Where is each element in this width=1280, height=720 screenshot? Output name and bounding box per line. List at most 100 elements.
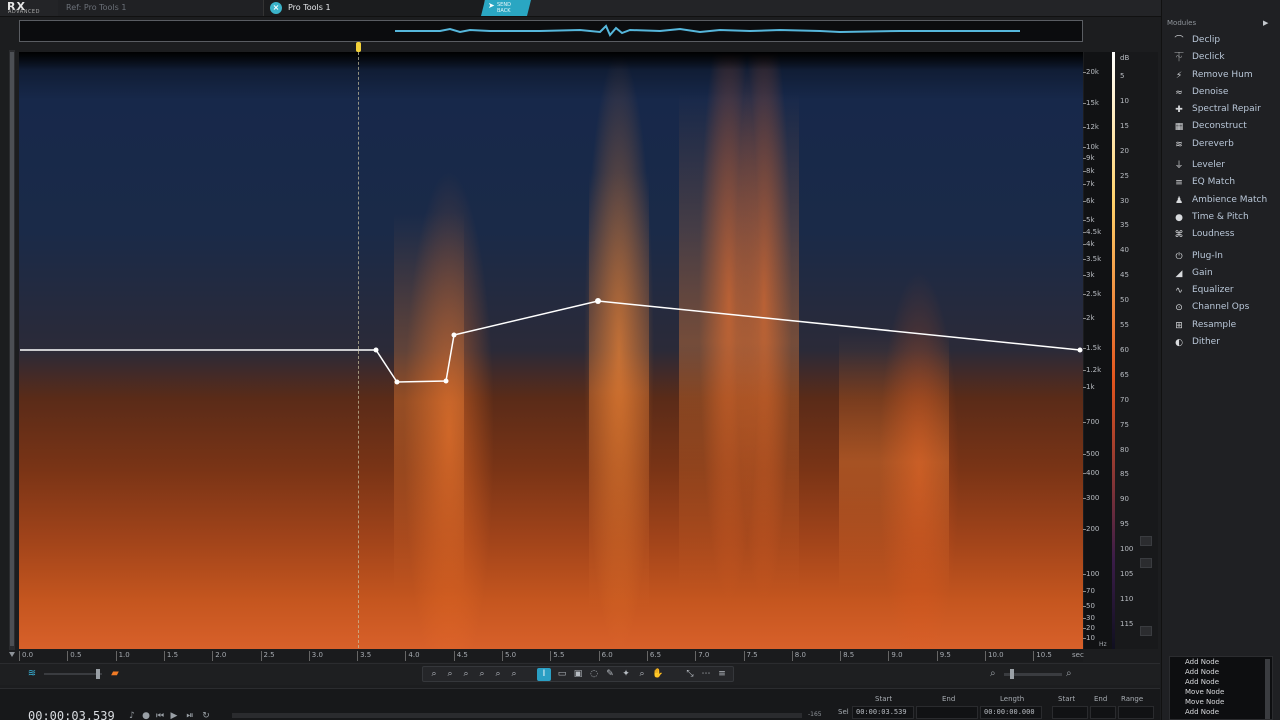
- send-back-button[interactable]: ➤ SEND BACK: [481, 0, 531, 16]
- module-item[interactable]: ⏻ Plug-In: [1164, 248, 1276, 265]
- zoom-out-icon[interactable]: [1140, 626, 1152, 636]
- db-tick-label: 100: [1120, 545, 1134, 554]
- zoom-tool-icon[interactable]: ⌕: [427, 668, 441, 681]
- monitor-icon[interactable]: ♪: [126, 711, 138, 720]
- dereverb-icon: ≋: [1175, 139, 1183, 150]
- sel-freq-end-field[interactable]: [1090, 706, 1116, 719]
- rectangle-selection-icon[interactable]: ▣: [571, 668, 585, 681]
- tab-label: Pro Tools 1: [288, 3, 331, 12]
- module-item[interactable]: ⌒ Declip: [1164, 32, 1276, 49]
- db-tick-label: 95: [1120, 520, 1129, 529]
- spectrogram-display[interactable]: [19, 52, 1083, 649]
- sel-length-field[interactable]: 00:00:00.000: [980, 706, 1042, 719]
- loop-icon[interactable]: ↻: [200, 711, 212, 720]
- module-item[interactable]: ● Time & Pitch: [1164, 209, 1276, 226]
- zoom-fit-icon[interactable]: ⌕: [475, 668, 489, 681]
- tab-active-file[interactable]: × Pro Tools 1: [263, 0, 485, 16]
- eq-match-icon: ≡: [1175, 178, 1183, 189]
- frequency-selection-icon[interactable]: ▭: [555, 668, 569, 681]
- sel-range-field[interactable]: [1118, 706, 1154, 719]
- module-item[interactable]: ✚ Spectral Repair: [1164, 101, 1276, 118]
- history-item[interactable]: Move Node: [1170, 697, 1272, 707]
- module-item[interactable]: ◢ Gain: [1164, 265, 1276, 282]
- magic-wand-icon[interactable]: ✦: [619, 668, 633, 681]
- module-item[interactable]: ⌘ Loudness: [1164, 226, 1276, 243]
- gain-tool-icon[interactable]: ⤡: [683, 668, 697, 681]
- module-item[interactable]: ⏇ Declick: [1164, 49, 1276, 66]
- zoom-out-icon[interactable]: ⌕: [990, 668, 996, 679]
- time-tick-label: 8.5: [840, 651, 854, 661]
- spectrogram-blend-slider[interactable]: [44, 673, 102, 675]
- zoom-in-icon[interactable]: [1140, 558, 1152, 568]
- time-tick-label: 7.5: [743, 651, 758, 661]
- close-tab-icon[interactable]: ×: [270, 2, 282, 14]
- freq-tick-label: 6k: [1083, 197, 1095, 205]
- spectrogram-view-icon[interactable]: ▰: [108, 668, 122, 680]
- sel-start-field[interactable]: 00:00:03.539: [852, 706, 914, 719]
- hand-tool-icon[interactable]: ✋: [651, 668, 665, 681]
- panel-collapse-icon[interactable]: ▶: [1263, 19, 1268, 27]
- timecode-display[interactable]: 00:00:03.539: [28, 709, 115, 720]
- vertical-scrollbar[interactable]: [9, 50, 15, 650]
- history-item[interactable]: Add Node: [1170, 667, 1272, 677]
- db-tick-label: 65: [1120, 370, 1129, 379]
- module-item[interactable]: ⊞ Resample: [1164, 317, 1276, 334]
- module-list: ⌒ Declip ⏇ Declick ⚡ Remove Hum ≈ Denoise ✚ Spect…: [1164, 32, 1276, 351]
- history-item[interactable]: Move Node: [1170, 687, 1272, 697]
- playhead-marker[interactable]: [356, 42, 361, 52]
- colormap-button[interactable]: [1140, 536, 1152, 546]
- playhead-cursor[interactable]: [358, 42, 359, 648]
- zoom-horizontal-icon[interactable]: ⌕: [507, 668, 521, 681]
- module-label: Denoise: [1192, 86, 1229, 97]
- zoom-out-tool-icon[interactable]: ⌕: [443, 668, 457, 681]
- module-item[interactable]: ⏚ Leveler: [1164, 157, 1276, 174]
- zoom-in-icon[interactable]: ⌕: [1066, 668, 1072, 679]
- playback-progress[interactable]: [232, 713, 802, 718]
- waveform-overview[interactable]: [19, 20, 1083, 42]
- sel-freq-start-field[interactable]: [1052, 706, 1088, 719]
- module-item[interactable]: ◐ Dither: [1164, 334, 1276, 351]
- module-item[interactable]: ≋ Dereverb: [1164, 136, 1276, 153]
- freq-tick-label: 300: [1082, 494, 1100, 502]
- waveform-view-icon[interactable]: ≋: [26, 668, 38, 680]
- rewind-icon[interactable]: ⏮: [154, 711, 166, 720]
- module-item[interactable]: ∿ Equalizer: [1164, 282, 1276, 299]
- module-item[interactable]: ♟ Ambience Match: [1164, 192, 1276, 209]
- freq-tick-label: 7k: [1083, 180, 1095, 188]
- harmonic-tool-icon[interactable]: ⋯: [699, 668, 713, 681]
- zoom-selection-icon[interactable]: ⌕: [459, 668, 473, 681]
- history-item[interactable]: Add Node: [1170, 657, 1272, 667]
- time-selection-tool-icon[interactable]: I: [537, 668, 551, 681]
- sel-end-field[interactable]: [916, 706, 978, 719]
- zoom-vertical-icon[interactable]: ⌕: [491, 668, 505, 681]
- module-item[interactable]: ⚡ Remove Hum: [1164, 67, 1276, 84]
- lasso-tool-icon[interactable]: ◌: [587, 668, 601, 681]
- tab-reference[interactable]: Ref: Pro Tools 1: [58, 0, 263, 16]
- history-item[interactable]: Add Node: [1170, 707, 1272, 717]
- blend-slider-knob[interactable]: [96, 669, 100, 679]
- history-item[interactable]: Add Node: [1170, 677, 1272, 687]
- freq-tick-label: 400: [1082, 469, 1100, 477]
- time-ruler[interactable]: 0.0 0.5 1.0 1.5 2.0 2.5 3.0 3.5 4.0 4.5 5.0 5.5 6.0 6…: [19, 650, 1083, 662]
- modules-header: Modules: [1167, 19, 1197, 27]
- play-icon[interactable]: ▶: [168, 711, 180, 720]
- scrollbar-thumb[interactable]: [10, 52, 14, 646]
- sel-header-start: Start: [875, 695, 893, 703]
- time-tick-label: 3.0: [308, 651, 323, 661]
- play-selection-icon[interactable]: ⏯: [184, 711, 196, 720]
- module-item[interactable]: ≈ Denoise: [1164, 84, 1276, 101]
- history-scrollbar[interactable]: [1265, 659, 1270, 719]
- time-pitch-icon: ●: [1175, 212, 1183, 223]
- list-tool-icon[interactable]: ≡: [715, 668, 729, 681]
- module-item[interactable]: ≡ EQ Match: [1164, 174, 1276, 191]
- loudness-icon: ⌘: [1174, 230, 1184, 241]
- remove-hum-icon: ⚡: [1175, 70, 1183, 81]
- brush-tool-icon[interactable]: ✎: [603, 668, 617, 681]
- find-similar-icon[interactable]: ⌕: [635, 668, 649, 681]
- zoom-knob[interactable]: [1010, 669, 1014, 679]
- module-item[interactable]: ▦ Deconstruct: [1164, 118, 1276, 135]
- ruler-play-icon[interactable]: [9, 652, 15, 657]
- record-icon[interactable]: ●: [140, 711, 152, 720]
- module-item[interactable]: ⊙ Channel Ops: [1164, 299, 1276, 316]
- time-tick-label: 2.5: [260, 651, 275, 661]
